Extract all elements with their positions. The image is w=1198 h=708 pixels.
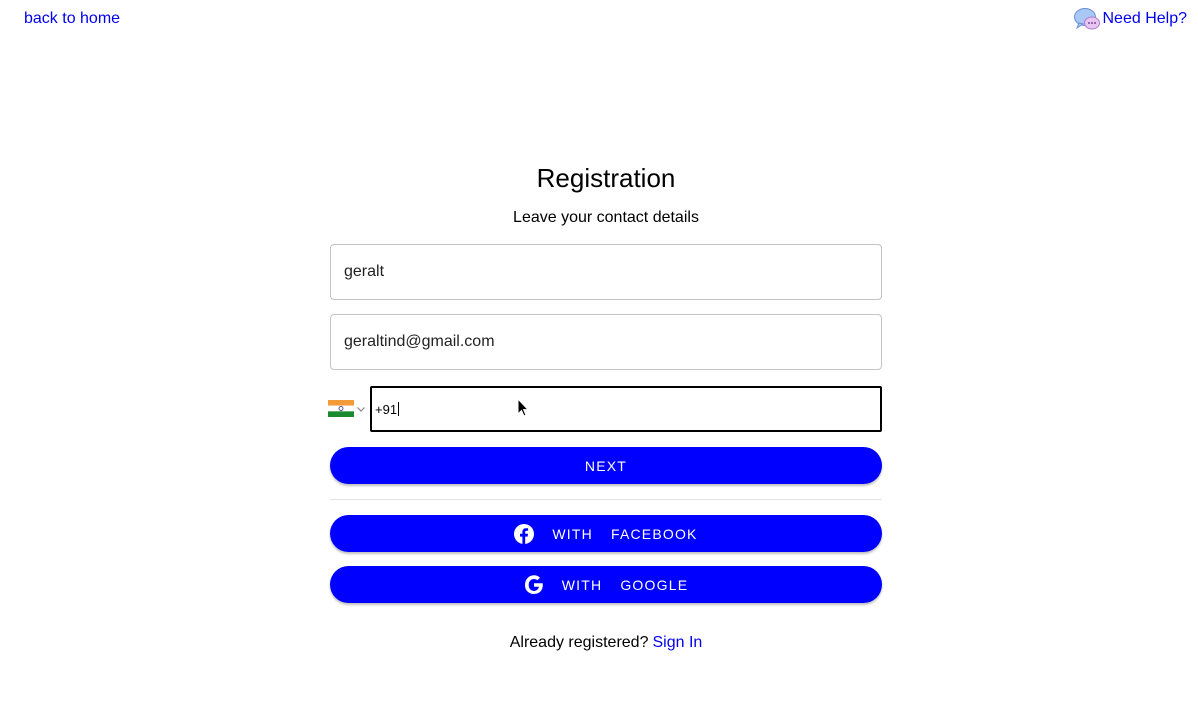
google-label: GOOGLE — [620, 576, 689, 593]
sign-in-link[interactable]: Sign In — [652, 634, 702, 651]
signin-prompt: Already registered? Sign In — [330, 633, 882, 653]
phone-input-value: +91 — [375, 401, 398, 417]
google-login-button[interactable]: WITH GOOGLE — [330, 566, 882, 603]
chat-bubbles-icon — [1073, 7, 1100, 31]
already-registered-text: Already registered? — [509, 634, 649, 651]
facebook-icon — [514, 523, 535, 544]
email-field-value: geraltind@gmail.com — [344, 333, 495, 350]
next-button[interactable]: NEXT — [330, 447, 882, 484]
page-title: Registration — [536, 163, 676, 193]
name-field[interactable]: geralt — [330, 244, 882, 300]
facebook-login-button[interactable]: WITH FACEBOOK — [330, 515, 882, 552]
facebook-with-label: WITH — [552, 525, 593, 542]
facebook-label: FACEBOOK — [610, 525, 698, 542]
page-subtitle: Leave your contact details — [513, 209, 699, 226]
mouse-pointer-icon — [517, 397, 530, 418]
need-help-label: Need Help? — [1102, 10, 1188, 27]
need-help-link[interactable]: Need Help? — [1073, 7, 1188, 31]
name-field-value: geralt — [344, 263, 385, 280]
next-button-label: NEXT — [584, 457, 628, 474]
google-with-label: WITH — [561, 576, 603, 593]
registration-card: Registration Leave your contact details … — [328, 160, 882, 651]
divider — [330, 499, 882, 500]
back-to-home-link[interactable]: back to home — [24, 9, 120, 29]
text-caret — [398, 402, 400, 416]
email-field[interactable]: geraltind@gmail.com — [330, 314, 882, 370]
india-flag-icon — [328, 400, 354, 417]
google-icon — [524, 574, 544, 595]
country-select[interactable] — [328, 400, 366, 417]
chevron-down-icon — [356, 404, 366, 414]
phone-input[interactable]: +91 — [370, 386, 882, 432]
phone-row: +91 — [328, 386, 882, 432]
